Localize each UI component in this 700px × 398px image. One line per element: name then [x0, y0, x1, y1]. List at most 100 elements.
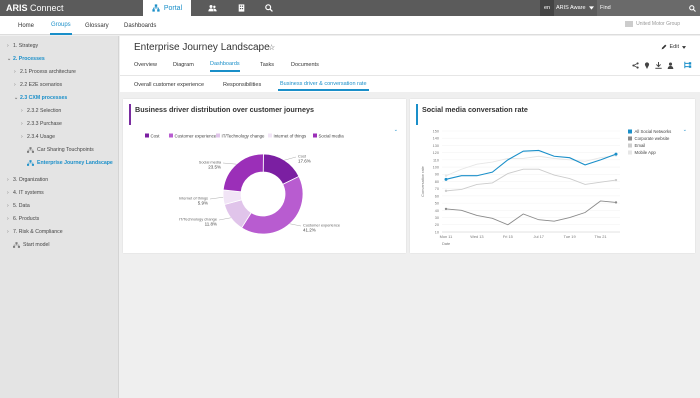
tab-diagram[interactable]: Diagram — [173, 58, 194, 72]
tab-documents[interactable]: Documents — [291, 58, 319, 72]
donut-chart: Cost Customer experience IT/Technology cha… — [145, 133, 344, 235]
legend-item[interactable]: IT/Technology change — [216, 133, 265, 138]
donut-slice — [222, 153, 264, 193]
edit-button[interactable]: Edit — [661, 44, 686, 50]
app-brand[interactable]: ARIS Connect — [6, 3, 64, 13]
nav-groups[interactable]: Groups — [50, 16, 72, 35]
tree-item-strategy[interactable]: › 1. Strategy — [7, 41, 38, 51]
legend-label: Mobile App — [635, 150, 657, 155]
legend-swatch — [169, 133, 173, 138]
label-connector — [209, 197, 224, 200]
legend-swatch — [268, 133, 272, 138]
legend-item[interactable]: Corporate website — [628, 136, 670, 141]
series-endpoint — [444, 174, 448, 177]
share-icon[interactable] — [632, 62, 639, 69]
line-chart: 10 20 30 40 50 60 70 80 90 100 110 120 130 140 150 Mon … — [420, 129, 671, 246]
tree-item-data[interactable]: › 5. Data — [7, 201, 30, 211]
legend-item[interactable]: Mobile App — [628, 150, 656, 155]
tree-item-risk-compliance[interactable]: › 7. Risk & Compliance — [7, 227, 63, 237]
series-line — [445, 200, 617, 226]
y-tick-label: 10 — [435, 230, 439, 234]
legend-item[interactable]: Customer experience — [169, 133, 217, 138]
legend-item[interactable]: Email — [628, 143, 645, 148]
subtabs-divider — [120, 75, 700, 76]
nav-glossary[interactable]: Glossary — [85, 16, 109, 35]
tree-item-organization[interactable]: › 3. Organization — [7, 175, 48, 185]
series-line — [445, 168, 617, 192]
tree-item-label: Car Sharing Touchpoints — [37, 147, 94, 153]
person-icon[interactable] — [667, 62, 674, 69]
documents-button[interactable] — [227, 0, 255, 16]
tab-dashboards[interactable]: Dashboards — [210, 58, 240, 72]
y-tick-label: 120 — [433, 151, 439, 155]
tree-item-car-sharing-touchpoints[interactable]: Car Sharing Touchpoints — [27, 145, 94, 155]
model-header: Enterprise Journey Landscape ☆ Edit Over… — [120, 36, 700, 92]
tree-item-process-architecture[interactable]: › 2.1 Process architecture — [14, 67, 76, 77]
legend-item[interactable]: Internet of things — [268, 133, 307, 138]
tree-item-e2e-scenarios[interactable]: › 2.2 E2E scenarios — [14, 80, 62, 90]
slice-label-value: 41.2% — [303, 228, 316, 233]
download-icon[interactable] — [655, 62, 662, 69]
tree-item-label: 6. Products — [13, 216, 40, 222]
tree-item-enterprise-journey-landscape[interactable]: Enterprise Journey Landscape — [27, 158, 113, 168]
legend-label: Customer experience — [175, 133, 217, 138]
y-tick-label: 50 — [435, 202, 439, 206]
subtab-overall-customer-experience[interactable]: Overall customer experience — [134, 78, 204, 91]
structure-toggle-icon[interactable] — [684, 61, 692, 69]
tree-item-cxm-processes[interactable]: ⌄ 2.3 CXM processes — [14, 93, 67, 103]
search-button[interactable] — [255, 0, 283, 16]
group-tree-sidebar: › 1. Strategy ⌄ 2. Processes › 2.1 Process … — [0, 36, 119, 398]
collaboration-button[interactable] — [198, 0, 226, 16]
legend-item[interactable]: Cost — [145, 133, 160, 138]
tree-item-label: 2. Processes — [13, 56, 45, 62]
tree-item-usage[interactable]: › 2.3.4 Usage — [21, 132, 55, 142]
subtab-business-driver[interactable]: Business driver & conversation rate — [278, 78, 369, 91]
org-logo-text: United Motor Group — [636, 21, 680, 27]
y-tick-label: 70 — [435, 187, 439, 191]
slice-label-value: 23.5% — [208, 165, 221, 170]
tree-item-label: Start model — [23, 242, 50, 248]
tree-item-processes[interactable]: ⌄ 2. Processes — [7, 54, 45, 64]
nav-home[interactable]: Home — [18, 16, 34, 35]
tab-tasks[interactable]: Tasks — [260, 58, 274, 72]
find-input[interactable]: Find — [597, 0, 700, 16]
location-pin-icon[interactable] — [644, 62, 650, 69]
people-icon — [207, 5, 217, 12]
language-selector[interactable]: en — [540, 0, 554, 16]
tree-item-selection[interactable]: › 2.3.2 Selection — [21, 106, 61, 116]
label-connector — [222, 162, 237, 165]
tree-item-label: 2.3.3 Purchase — [27, 121, 62, 127]
tree-item-label: 2.1 Process architecture — [20, 69, 76, 75]
tree-item-purchase[interactable]: › 2.3.3 Purchase — [21, 119, 62, 129]
find-label: Find — [600, 5, 611, 11]
nav-dashboards[interactable]: Dashboards — [124, 16, 156, 35]
legend-item[interactable]: All Social Networks — [628, 129, 671, 134]
y-tick-label: 130 — [433, 144, 439, 148]
legend-label: Corporate website — [635, 136, 670, 141]
favorite-star-icon[interactable]: ☆ — [268, 43, 275, 52]
subtab-responsibilities[interactable]: Responsibilities — [223, 78, 261, 91]
legend-swatch — [628, 143, 632, 148]
tree-item-it-systems[interactable]: › 4. IT systems — [7, 188, 44, 198]
find-search-icon[interactable] — [689, 4, 696, 12]
legend-label: Cost — [151, 133, 161, 138]
legend-item[interactable]: Social media — [313, 133, 344, 138]
legend-label: Social media — [319, 133, 345, 138]
portal-tab[interactable]: Portal — [143, 0, 191, 16]
y-axis-label: Conversation rate — [420, 166, 425, 197]
legend-label: IT/Technology change — [222, 133, 266, 138]
tree-item-label: 7. Risk & Compliance — [13, 229, 63, 235]
label-connector — [289, 223, 302, 227]
tree-item-label: 4. IT systems — [13, 190, 44, 196]
x-tick-label: Thu 21 — [594, 234, 606, 239]
model-icon — [13, 242, 20, 248]
tab-overview[interactable]: Overview — [134, 58, 157, 72]
tree-item-start-model[interactable]: Start model — [13, 240, 50, 250]
database-selector[interactable]: ARIS Aware — [556, 0, 596, 16]
tree-item-products[interactable]: › 6. Products — [7, 214, 39, 224]
edit-label: Edit — [669, 44, 679, 50]
business-driver-card: Business driver distribution over custom… — [123, 99, 406, 253]
building-icon — [238, 4, 244, 12]
legend-swatch — [628, 150, 632, 155]
slice-label-value: 17.6% — [298, 159, 311, 164]
